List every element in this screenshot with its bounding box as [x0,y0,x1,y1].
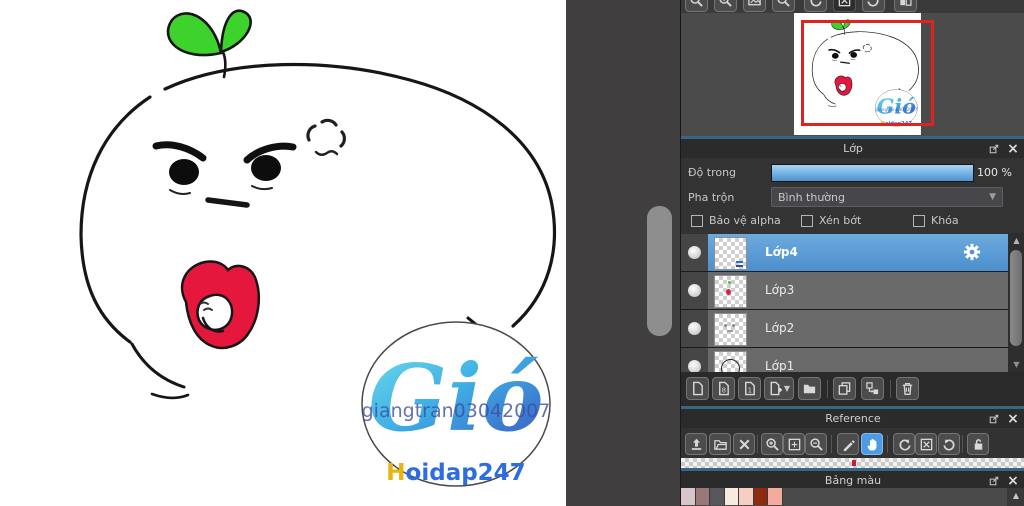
layer-list: Lớp4 Lớp3 Lớp2 Lớp1 ▲ ▼ [681,233,1024,372]
reference-image-area[interactable] [681,458,1024,468]
right-panel-column: Lớp × Độ trong 100 % Pha trộn Bình thườn… [680,0,1024,506]
character-artwork: Gió giangtran03042007 Hoidap247 [79,9,556,487]
scroll-down-icon[interactable]: ▼ [1008,358,1024,371]
hand-tool-icon[interactable] [861,433,883,455]
zoom-in-icon[interactable] [714,0,737,12]
reset-rotation-icon[interactable] [833,0,856,12]
layer-name: Lớp2 [765,321,795,335]
new-1bit-layer-icon[interactable] [738,377,761,400]
layer-thumbnail[interactable] [714,275,747,308]
layer-name: Lớp1 [765,359,795,372]
visibility-toggle[interactable] [688,322,701,335]
layer-row-lop1[interactable]: Lớp1 [681,348,1008,372]
popout-icon[interactable] [987,474,1001,488]
clear-icon[interactable] [733,433,755,455]
open-folder-icon[interactable] [709,433,731,455]
visibility-toggle[interactable] [688,360,701,372]
blend-mode-dropdown[interactable]: Bình thường ▼ [771,187,1003,207]
watermark-site: Hoidap247 [386,460,525,486]
color-swatch[interactable] [753,488,768,505]
layer-row-lop2[interactable]: Lớp2 [681,310,1008,348]
lock-label: Khóa [931,214,959,227]
lock-checkbox[interactable] [913,215,925,227]
close-icon[interactable]: × [1006,412,1020,426]
fit-view-icon[interactable] [783,433,805,455]
opacity-slider[interactable] [771,164,974,182]
zoom-out-icon[interactable] [685,0,708,12]
scroll-up-icon[interactable]: ▲ [1008,234,1024,247]
clipping-checkbox[interactable] [801,215,813,227]
rotate-right-icon[interactable] [938,433,960,455]
duplicate-layer-icon[interactable] [833,377,856,400]
color-swatch[interactable] [739,488,754,505]
reset-view-icon[interactable] [915,433,937,455]
blend-mode-value: Bình thường [778,190,845,204]
reference-panel-header: Reference × [681,406,1024,428]
watermark-logo: Gió [369,344,544,452]
layer-list-scrollbar[interactable]: ▲ ▼ [1008,233,1024,372]
new-folder-icon[interactable] [798,377,821,400]
palette-panel-title: Bảng màu [824,474,882,487]
layer-name: Lớp4 [765,245,798,259]
layer-panel-title: Lớp [843,142,863,155]
watermark-signature: giangtran03042007 [362,400,551,422]
reference-panel-title: Reference [825,412,881,425]
visibility-toggle[interactable] [688,284,701,297]
layer-toolbar: ▼ [681,372,1024,406]
zoom-in-icon[interactable] [761,433,783,455]
navigator-toolbar [681,0,1024,13]
color-swatch[interactable] [695,488,710,505]
new-8bit-layer-icon[interactable] [712,377,735,400]
fit-view-icon[interactable] [743,0,766,12]
rotate-left-icon[interactable] [804,0,827,12]
opacity-label: Độ trong [688,166,737,179]
layer-panel-header: Lớp × [681,136,1024,158]
protect-alpha-label: Bảo vệ alpha [709,214,781,227]
palette-swatches [681,488,1024,506]
layer-row-lop4[interactable]: Lớp4 [681,234,1008,272]
blend-label: Pha trộn [688,191,735,204]
popout-icon[interactable] [987,142,1001,156]
clipping-label: Xén bớt [819,214,862,227]
layer-settings-gear-icon[interactable] [962,242,982,262]
color-swatch[interactable] [681,488,696,505]
color-picker-icon[interactable] [837,433,859,455]
popout-icon[interactable] [987,412,1001,426]
zoom-reset-icon[interactable] [772,0,795,12]
add-layer-menu-icon[interactable]: ▼ [764,377,794,400]
scroll-up-icon[interactable]: ▲ [1013,491,1019,500]
rotate-left-icon[interactable] [893,433,915,455]
color-swatch[interactable] [724,488,739,505]
lock-icon[interactable] [967,433,989,455]
new-layer-icon[interactable] [686,377,709,400]
layer-row-lop3[interactable]: Lớp3 [681,272,1008,310]
scrollbar-thumb[interactable] [1010,250,1022,346]
reference-image-mark [852,460,856,466]
palette-panel-header: Bảng màu × [681,468,1024,490]
import-image-icon[interactable] [685,433,707,455]
navigator-selection-rect[interactable] [801,20,934,126]
compare-view-icon[interactable] [894,0,917,12]
drawing-canvas[interactable]: Gió giangtran03042007 Hoidap247 [0,0,566,506]
color-swatch[interactable] [768,488,783,505]
layer-name: Lớp3 [765,283,795,297]
visibility-toggle[interactable] [688,246,701,259]
delete-layer-icon[interactable] [896,377,919,400]
layer-thumbnail[interactable] [714,351,747,372]
color-swatch[interactable] [710,488,725,505]
workspace-scrollbar[interactable] [647,206,672,336]
close-icon[interactable]: × [1006,142,1020,156]
reference-toolbar [681,430,1024,458]
layer-thumbnail[interactable] [714,237,747,270]
palette-scrollbar[interactable]: ▲ [1007,488,1024,506]
layer-thumbnail[interactable] [714,313,747,346]
navigator-view[interactable] [681,13,1024,136]
rotate-right-icon[interactable] [862,0,885,12]
merge-layer-icon[interactable] [861,377,884,400]
close-icon[interactable]: × [1006,474,1020,488]
protect-alpha-checkbox[interactable] [691,215,703,227]
chevron-down-icon: ▼ [989,192,996,202]
opacity-value: 100 % [977,166,1012,179]
zoom-out-icon[interactable] [805,433,827,455]
